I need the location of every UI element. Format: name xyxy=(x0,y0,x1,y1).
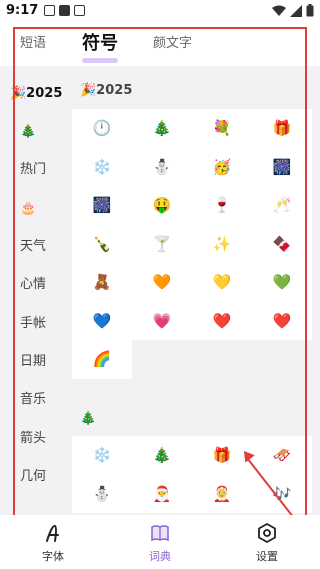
sidebar-item-journal[interactable]: 手帐 xyxy=(0,305,64,343)
symbol-cell[interactable]: ❤️ xyxy=(192,301,252,340)
nav-font[interactable]: 字体 xyxy=(0,515,106,569)
active-tab-indicator xyxy=(82,58,118,63)
nav-dictionary[interactable]: 词典 xyxy=(107,515,213,569)
category-tabs: 短语 符号 颜文字 xyxy=(0,22,320,66)
symbol-cell[interactable]: 🍾 xyxy=(72,224,132,263)
sidebar-item-geometry[interactable]: 几何 xyxy=(0,458,64,496)
symbol-cell[interactable]: 🤑 xyxy=(132,186,192,225)
symbol-cell[interactable]: 🧡 xyxy=(132,263,192,302)
status-system-icons xyxy=(272,4,314,17)
symbol-cell[interactable]: 🎶 xyxy=(252,474,312,513)
sidebar-item-music[interactable]: 音乐 xyxy=(0,381,64,419)
symbol-cell[interactable]: 🧸 xyxy=(72,263,132,302)
settings-icon xyxy=(258,523,276,543)
symbol-cell[interactable]: 💙 xyxy=(72,301,132,340)
symbol-cell[interactable]: 🥳 xyxy=(192,147,252,186)
symbol-cell[interactable]: 🕛 xyxy=(72,109,132,148)
symbol-cell[interactable]: 🌈 xyxy=(72,340,132,379)
nav-label: 字体 xyxy=(42,550,64,563)
sidebar-item-mood[interactable]: 心情 xyxy=(0,266,64,304)
symbol-cell[interactable]: 🛷 xyxy=(252,436,312,475)
symbol-grid-area: 🎉2025 🕛 🎄 💐 🎁 ❄️ ⛄ 🥳 🎆 🎆 🤑 🍷 🥂 🍾 🍸 ✨ 🍫 🧸 🧡 💛 💚 💙 💗 ❤️ ❤️ 🌈 🎄 ❄️ 🎄… xyxy=(72,66,312,515)
symbol-cell[interactable]: 🎄 xyxy=(132,109,192,148)
section-title: 🎄 xyxy=(80,411,97,426)
wifi-icon xyxy=(272,5,286,16)
battery-icon xyxy=(306,4,314,17)
symbol-cell[interactable]: ⛄ xyxy=(132,147,192,186)
symbol-cell[interactable]: 🍫 xyxy=(252,224,312,263)
section-title: 🎉2025 xyxy=(80,83,133,98)
notification-icon xyxy=(44,5,55,16)
symbol-cell[interactable]: 🍷 xyxy=(192,186,252,225)
tab-phrases[interactable]: 短语 xyxy=(20,22,46,66)
symbol-cell[interactable]: ❄️ xyxy=(72,147,132,186)
sidebar-item-popular[interactable]: 热门 xyxy=(0,151,64,189)
symbol-cell[interactable]: 💛 xyxy=(192,263,252,302)
symbol-cell[interactable]: 💚 xyxy=(252,263,312,302)
nav-settings[interactable]: 设置 xyxy=(214,515,320,569)
symbol-category-sidebar: 🎉2025 🎄 热门 🎂 天气 心情 手帐 日期 音乐 箭头 几何 xyxy=(0,66,64,515)
status-time: 9:17 xyxy=(6,3,39,18)
notification-icon xyxy=(74,5,85,16)
symbol-cell[interactable]: 🎆 xyxy=(72,186,132,225)
symbol-cell[interactable]: 💐 xyxy=(192,109,252,148)
bottom-navigation: 字体 词典 设置 xyxy=(0,515,320,569)
status-bar: 9:17 xyxy=(0,0,320,22)
symbol-cell[interactable]: 🥂 xyxy=(252,186,312,225)
sidebar-item-christmas[interactable]: 🎄 xyxy=(0,113,64,151)
sidebar-item-date[interactable]: 日期 xyxy=(0,343,64,381)
sidebar-item-weather[interactable]: 天气 xyxy=(0,228,64,266)
symbol-browser: 🎉2025 🎄 热门 🎂 天气 心情 手帐 日期 音乐 箭头 几何 🎉2025 … xyxy=(0,66,320,515)
sidebar-item-2025[interactable]: 🎉2025 xyxy=(0,75,64,113)
symbol-cell[interactable]: ❄️ xyxy=(72,436,132,475)
font-icon xyxy=(46,524,59,542)
sidebar-item-birthday[interactable]: 🎂 xyxy=(0,190,64,228)
tab-kaomoji[interactable]: 颜文字 xyxy=(153,22,192,66)
symbol-cell[interactable]: 🤶 xyxy=(192,474,252,513)
symbol-cell[interactable]: ✨ xyxy=(192,224,252,263)
signal-icon xyxy=(290,4,302,17)
symbol-grid: ❄️ 🎄 🎁 🛷 ⛄ 🎅 🤶 🎶 xyxy=(72,436,312,513)
nav-label: 设置 xyxy=(256,550,278,563)
book-icon xyxy=(151,525,169,542)
symbol-cell[interactable]: 🎄 xyxy=(132,436,192,475)
notification-icon xyxy=(59,5,70,16)
symbol-cell[interactable]: 🎆 xyxy=(252,147,312,186)
symbol-cell[interactable]: 🍸 xyxy=(132,224,192,263)
symbol-grid: 🕛 🎄 💐 🎁 ❄️ ⛄ 🥳 🎆 🎆 🤑 🍷 🥂 🍾 🍸 ✨ 🍫 🧸 🧡 💛 💚 💙 💗 ❤️ ❤️ 🌈 xyxy=(72,109,312,379)
symbol-cell[interactable]: 🎁 xyxy=(252,109,312,148)
sidebar-item-arrows[interactable]: 箭头 xyxy=(0,420,64,458)
symbol-cell[interactable]: ❤️ xyxy=(252,301,312,340)
status-notification-icons xyxy=(44,5,85,16)
symbol-cell[interactable]: 💗 xyxy=(132,301,192,340)
nav-label: 词典 xyxy=(149,550,171,563)
symbol-cell[interactable]: 🎅 xyxy=(132,474,192,513)
symbol-cell[interactable]: ⛄ xyxy=(72,474,132,513)
symbol-cell[interactable]: 🎁 xyxy=(192,436,252,475)
